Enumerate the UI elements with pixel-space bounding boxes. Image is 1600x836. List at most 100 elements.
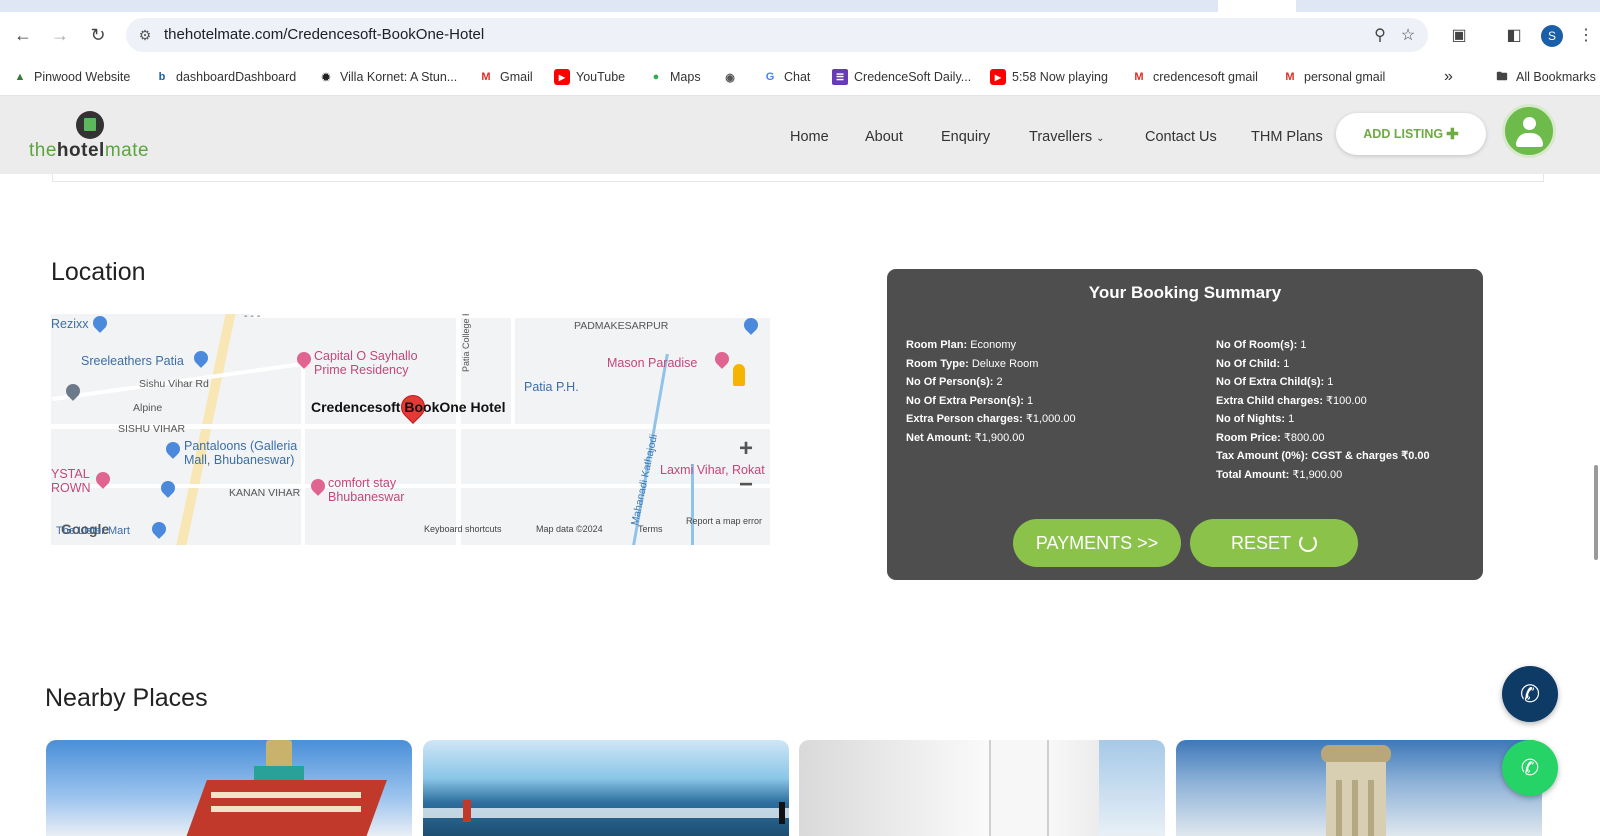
google-g-icon: G	[765, 71, 775, 83]
summary-row: No of Nights: 1	[1216, 413, 1295, 425]
all-bookmarks-button[interactable]: 🖿 All Bookmarks	[1494, 68, 1596, 86]
plus-icon: ✚	[1446, 126, 1459, 143]
browser-toolbar: ← → ↻ ⚙ thehotelmate.com/Credencesoft-Bo…	[0, 12, 1600, 58]
side-panel-icon[interactable]: ◧	[1502, 23, 1526, 47]
bookmark-star-icon[interactable]: ☆	[1398, 25, 1418, 45]
booking-right-column: No Of Room(s): 1 No Of Child: 1 No Of Ex…	[1216, 336, 1430, 484]
map-label: Mahanadi Kathajodi	[629, 433, 661, 527]
report-map-error-link[interactable]: Report a map error	[686, 516, 762, 526]
folder-icon: 🖿	[1496, 70, 1508, 83]
profile-avatar[interactable]: S	[1541, 25, 1563, 47]
whatsapp-icon[interactable]: ✆	[1502, 740, 1558, 796]
nav-home[interactable]: Home	[790, 129, 829, 145]
bookmark-globe[interactable]: ◉	[722, 68, 744, 86]
zoom-search-icon[interactable]: ⚲	[1370, 25, 1390, 45]
payments-button[interactable]: PAYMENTS >>	[1013, 519, 1181, 567]
chevron-down-icon: ⌄	[1096, 133, 1105, 144]
bookmark-villa-kornet[interactable]: ✹ Villa Kornet: A Stun...	[318, 68, 457, 86]
bookmark-maps[interactable]: ● Maps	[648, 68, 701, 86]
nearby-place-card[interactable]	[799, 740, 1165, 836]
site-logo[interactable]: thehotelmate	[29, 140, 149, 162]
map-label: ROWN	[51, 481, 91, 495]
map-label: Mason Paradise	[607, 356, 698, 370]
page-scrollbar[interactable]	[1594, 465, 1598, 560]
villa-icon: ✹	[321, 71, 331, 84]
reload-icon[interactable]: ↻	[85, 22, 111, 48]
keyboard-shortcuts-link[interactable]: Keyboard shortcuts	[424, 524, 502, 534]
booking-summary-title: Your Booking Summary	[1088, 283, 1282, 302]
nav-about[interactable]: About	[865, 129, 903, 145]
bookmark-personal-gmail[interactable]: Mpersonal gmail	[1282, 68, 1385, 86]
summary-row: Net Amount: ₹1,900.00	[906, 431, 1025, 444]
bookmark-label: Villa Kornet: A Stun...	[340, 70, 458, 84]
hotelmate-logo-icon[interactable]	[76, 111, 104, 139]
nav-thm-plans[interactable]: THM Plans	[1251, 129, 1323, 145]
zoom-in-icon[interactable]: +	[739, 435, 753, 463]
bookmark-label: Chat	[784, 70, 811, 84]
summary-row: Total Amount: ₹1,900.00	[1216, 468, 1343, 481]
refresh-icon	[1299, 534, 1317, 552]
site-header: thehotelmate Home About Enquiry Travelle…	[0, 96, 1600, 174]
reset-label: RESET	[1230, 532, 1291, 553]
all-bookmarks-label: All Bookmarks	[1516, 70, 1596, 84]
map-label: Mall, Bhubaneswar)	[184, 453, 295, 467]
summary-row: Extra Child charges: ₹100.00	[1216, 394, 1367, 407]
bookmark-pinwood[interactable]: ▲ Pinwood Website	[12, 68, 131, 86]
bookmark-credencesoft-gmail[interactable]: Mcredencesoft gmail	[1131, 68, 1258, 86]
hotel-map-label: Credencesoft BookOne Hotel	[311, 399, 506, 415]
summary-row: Room Price: ₹800.00	[1216, 431, 1325, 444]
map-label: Bhubaneswar	[328, 490, 405, 504]
forward-arrow-icon[interactable]: →	[47, 22, 73, 48]
site-info-icon[interactable]: ⚙	[136, 26, 154, 44]
bookmarks-bar: ▲ Pinwood Website b dashboardDashboard ✹ Vi…	[0, 58, 1600, 96]
street-view-pegman-icon[interactable]	[733, 364, 745, 386]
logo-part-the: the	[29, 140, 57, 161]
bookmark-dashboard[interactable]: b dashboardDashboard	[154, 68, 297, 86]
add-listing-button[interactable]: ADD LISTING ✚	[1336, 113, 1486, 155]
active-tab[interactable]	[1218, 0, 1296, 12]
nav-enquiry[interactable]: Enquiry	[941, 129, 990, 145]
bookmark-label: Pinwood Website	[34, 70, 131, 84]
bookmark-label: Maps	[670, 70, 701, 84]
nav-contact-us[interactable]: Contact Us	[1145, 129, 1217, 145]
nav-travellers[interactable]: Travellers ⌄	[1029, 129, 1105, 145]
nearby-place-card[interactable]	[46, 740, 412, 836]
extensions-icon[interactable]: ▣	[1447, 23, 1471, 47]
content-divider	[52, 174, 1544, 182]
bookmark-youtube[interactable]: ▶ YouTube	[554, 68, 625, 86]
map-label: Rezixx	[51, 317, 89, 331]
summary-row: No Of Person(s): 2	[906, 376, 1003, 388]
nearby-places-title: Nearby Places	[45, 684, 208, 712]
map-label: Alpine	[133, 402, 163, 414]
bookmark-chat[interactable]: G Chat	[762, 68, 811, 86]
bookmark-gmail[interactable]: M Gmail	[478, 68, 532, 86]
user-avatar-icon[interactable]	[1502, 104, 1556, 158]
nearby-place-card[interactable]	[423, 740, 789, 836]
gmail-icon: M	[481, 71, 491, 83]
bookmark-label: YouTube	[576, 70, 626, 84]
address-bar[interactable]: ⚙ thehotelmate.com/Credencesoft-BookOne-…	[126, 18, 1428, 52]
bookmark-label: 5:58 Now playing	[1012, 70, 1108, 84]
payments-label: PAYMENTS >>	[1035, 532, 1159, 553]
gmail-icon: M	[1134, 71, 1144, 83]
browser-menu-icon[interactable]: ⋮	[1578, 23, 1594, 47]
bookmark-now-playing[interactable]: ▶ 5:58 Now playing	[990, 68, 1108, 86]
phone-call-icon[interactable]: ✆	[1502, 666, 1558, 722]
more-bookmarks-chevron-icon[interactable]: »	[1444, 68, 1453, 86]
url-text[interactable]: thehotelmate.com/Credencesoft-BookOne-Ho…	[164, 26, 484, 43]
forms-icon: ☰	[832, 69, 848, 85]
reset-button[interactable]: RESET	[1190, 519, 1358, 567]
map-label: Pantaloons (Galleria	[184, 439, 298, 453]
terms-link[interactable]: Terms	[638, 524, 663, 534]
logo-part-hotel: hotel	[56, 140, 105, 161]
bookmark-label: dashboardDashboard	[176, 70, 297, 84]
nearby-place-card[interactable]	[1176, 740, 1542, 836]
google-map[interactable]: Rezixx - - - Sreeleathers Patia Capital …	[51, 314, 770, 545]
summary-row: No Of Room(s): 1	[1216, 339, 1307, 351]
nav-travellers-label: Travellers	[1029, 129, 1093, 145]
bookmark-credencesoft-daily[interactable]: ☰ CredenceSoft Daily...	[832, 68, 971, 86]
zoom-out-icon[interactable]: −	[739, 471, 753, 499]
browser-tabstrip	[0, 0, 1600, 12]
map-label: PADMAKESARPUR	[574, 320, 669, 332]
back-arrow-icon[interactable]: ←	[10, 22, 36, 48]
